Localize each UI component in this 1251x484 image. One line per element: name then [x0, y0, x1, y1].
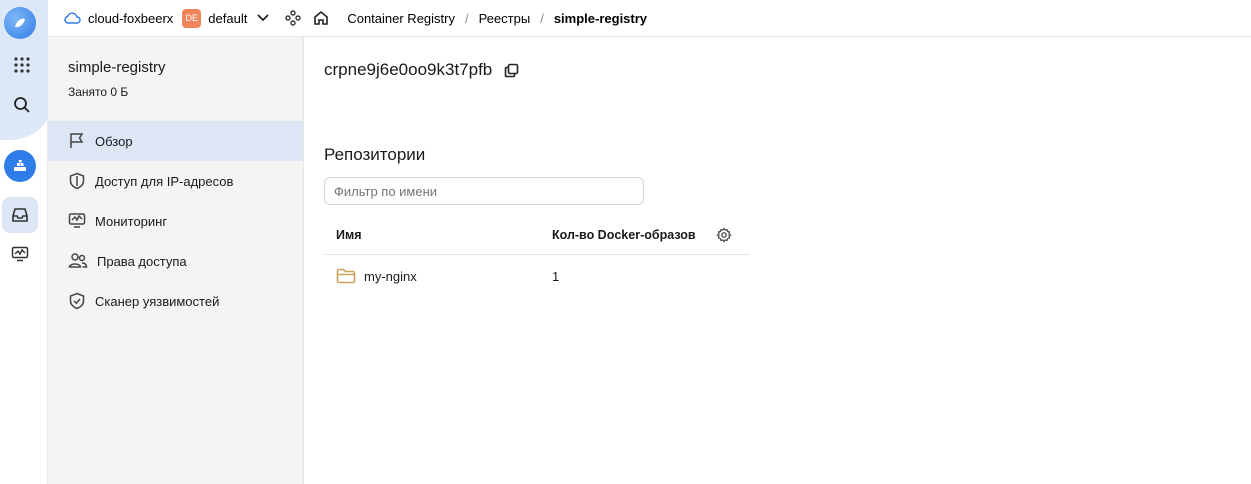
breadcrumb-separator: / [464, 10, 469, 26]
resource-map-icon[interactable] [285, 10, 302, 26]
monitor-icon [68, 213, 86, 228]
service-sidebar: simple-registry Занято 0 Б Обзор Доступ … [48, 37, 304, 484]
column-header-name[interactable]: Имя [336, 215, 362, 254]
registry-id-row: crpne9j6e0oo9k3t7pfb [324, 60, 519, 80]
sidebar-item-overview[interactable]: Обзор [48, 121, 303, 161]
cloud-logo-icon[interactable] [4, 7, 36, 39]
main-content: crpne9j6e0oo9k3t7pfb Репозитории Имя Кол… [304, 37, 1251, 484]
sidebar-item-label: Сканер уязвимостей [95, 293, 220, 309]
repository-image-count: 1 [552, 268, 560, 284]
folder-icon [336, 255, 356, 297]
top-header: cloud-foxbeerx DE default Container Regi… [48, 0, 1251, 37]
shield-icon [69, 172, 85, 190]
users-icon [68, 253, 88, 268]
sidebar-subtitle: Занято 0 Б [68, 85, 129, 99]
breadcrumb-container-registry[interactable]: Container Registry [347, 11, 455, 26]
breadcrumb-separator: / [540, 10, 544, 26]
column-header-image-count[interactable]: Кол-во Docker-образов [552, 215, 696, 254]
search-icon[interactable] [4, 87, 40, 123]
sidebar-item-label: Права доступа [97, 253, 187, 269]
breadcrumb-current: simple-registry [553, 10, 648, 26]
registry-id: crpne9j6e0oo9k3t7pfb [324, 60, 493, 79]
flag-icon [70, 133, 84, 148]
table-settings-icon[interactable] [716, 215, 732, 254]
sidebar-item-label: Обзор [95, 133, 133, 149]
repositories-title: Репозитории [324, 145, 426, 164]
sidebar-item-access-rights[interactable]: Права доступа [48, 241, 303, 281]
left-rail [0, 0, 48, 484]
table-row[interactable]: my-nginx 1 [324, 255, 750, 297]
home-icon[interactable] [313, 10, 329, 26]
sidebar-title: simple-registry [68, 59, 166, 76]
chevron-down-icon [257, 14, 269, 22]
cloud-icon [64, 12, 81, 24]
sidebar-item-ip-access[interactable]: Доступ для IP-адресов [48, 161, 303, 201]
cloud-selector[interactable]: cloud-foxbeerx [63, 11, 173, 26]
cloud-name: cloud-foxbeerx [88, 10, 174, 26]
breadcrumb-registries[interactable]: Реестры [479, 11, 531, 26]
sidebar-item-label: Мониторинг [95, 213, 168, 229]
sidebar-item-monitoring[interactable]: Мониторинг [48, 201, 303, 241]
repositories-table: Имя Кол-во Docker-образов my-nginx 1 [324, 215, 750, 297]
inbox-icon[interactable] [2, 197, 38, 233]
folder-badge: DE [182, 8, 202, 28]
monitoring-rail-icon[interactable] [2, 236, 38, 272]
sidebar-item-label: Доступ для IP-адресов [95, 173, 234, 189]
container-registry-service-icon[interactable] [4, 150, 36, 182]
apps-grid-icon[interactable] [4, 47, 40, 83]
filter-by-name-input[interactable] [324, 177, 644, 205]
folder-selector[interactable]: DE default [173, 8, 269, 28]
table-header: Имя Кол-во Docker-образов [324, 215, 750, 255]
shield-check-icon [69, 292, 85, 310]
folder-name: default [208, 10, 248, 26]
sidebar-item-vulnerability-scanner[interactable]: Сканер уязвимостей [48, 281, 303, 321]
repository-name-link[interactable]: my-nginx [364, 255, 417, 297]
copy-icon[interactable] [504, 63, 519, 78]
